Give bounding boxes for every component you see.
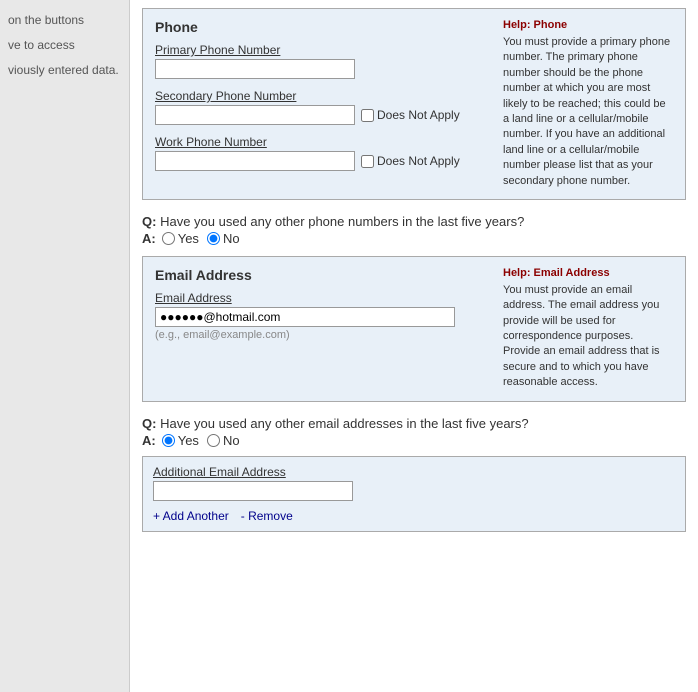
email-no-option[interactable]: No <box>207 433 240 448</box>
does-not-apply-1-label[interactable]: Does Not Apply <box>361 108 460 122</box>
email-a-prefix: A: <box>142 433 156 448</box>
phone-no-label: No <box>223 231 240 246</box>
phone-radio-group: Yes No <box>162 231 240 246</box>
primary-phone-row <box>155 59 493 79</box>
phone-yes-radio[interactable] <box>162 232 175 245</box>
does-not-apply-1-text: Does Not Apply <box>377 108 460 122</box>
phone-no-option[interactable]: No <box>207 231 240 246</box>
phone-q-text: Have you used any other phone numbers in… <box>160 214 524 229</box>
left-sidebar: on the buttons ve to access viously ente… <box>0 0 130 692</box>
sidebar-text-1: on the buttons <box>0 8 129 33</box>
phone-yes-option[interactable]: Yes <box>162 231 199 246</box>
addl-email-input[interactable] <box>153 481 353 501</box>
sidebar-text-3: viously entered data. <box>0 58 129 83</box>
email-question-row: Q: Have you used any other email address… <box>142 416 686 431</box>
phone-yes-label: Yes <box>178 231 199 246</box>
primary-phone-group: Primary Phone Number <box>155 43 493 79</box>
phone-question-row: Q: Have you used any other phone numbers… <box>142 214 686 229</box>
email-yes-label: Yes <box>178 433 199 448</box>
email-answer-row: A: Yes No <box>142 433 686 448</box>
email-placeholder-hint: (e.g., email@example.com) <box>155 329 493 341</box>
does-not-apply-2-checkbox[interactable] <box>361 155 374 168</box>
add-remove-row: + Add Another - Remove <box>153 509 675 523</box>
email-help-text: You must provide an email address. The e… <box>503 283 673 391</box>
email-radio-group: Yes No <box>162 433 240 448</box>
email-q-prefix: Q: <box>142 416 156 431</box>
email-no-label: No <box>223 433 240 448</box>
email-yes-radio[interactable] <box>162 434 175 447</box>
addl-email-label: Additional Email Address <box>153 465 675 479</box>
phone-content-help: Phone Primary Phone Number Secondary Pho… <box>155 19 673 189</box>
email-input[interactable] <box>155 307 455 327</box>
secondary-phone-group: Secondary Phone Number Does Not Apply <box>155 89 493 125</box>
email-help-area: Help: Email Address You must provide an … <box>493 267 673 391</box>
email-yes-option[interactable]: Yes <box>162 433 199 448</box>
work-phone-group: Work Phone Number Does Not Apply <box>155 135 493 171</box>
email-help-title: Help: Email Address <box>503 267 673 279</box>
page-wrapper: on the buttons ve to access viously ente… <box>0 0 698 692</box>
secondary-phone-input[interactable] <box>155 105 355 125</box>
email-q-text: Have you used any other email addresses … <box>160 416 529 431</box>
email-question-block: Q: Have you used any other email address… <box>142 416 686 532</box>
email-no-radio[interactable] <box>207 434 220 447</box>
remove-link[interactable]: - Remove <box>241 509 293 523</box>
phone-form-area: Phone Primary Phone Number Secondary Pho… <box>155 19 493 189</box>
phone-a-prefix: A: <box>142 231 156 246</box>
main-content: Phone Primary Phone Number Secondary Pho… <box>130 0 698 692</box>
phone-no-radio[interactable] <box>207 232 220 245</box>
primary-phone-label: Primary Phone Number <box>155 43 493 57</box>
primary-phone-input[interactable] <box>155 59 355 79</box>
sidebar-text-2: ve to access <box>0 33 129 58</box>
additional-email-box: Additional Email Address + Add Another -… <box>142 456 686 532</box>
work-phone-label: Work Phone Number <box>155 135 493 149</box>
add-another-link[interactable]: + Add Another <box>153 509 229 523</box>
email-section: Email Address Email Address (e.g., email… <box>142 256 686 402</box>
email-content-help: Email Address Email Address (e.g., email… <box>155 267 673 391</box>
secondary-phone-label: Secondary Phone Number <box>155 89 493 103</box>
work-phone-row: Does Not Apply <box>155 151 493 171</box>
does-not-apply-2-text: Does Not Apply <box>377 154 460 168</box>
phone-question-block: Q: Have you used any other phone numbers… <box>142 214 686 246</box>
email-form-area: Email Address Email Address (e.g., email… <box>155 267 493 391</box>
does-not-apply-2-label[interactable]: Does Not Apply <box>361 154 460 168</box>
phone-help-title: Help: Phone <box>503 19 673 31</box>
phone-answer-row: A: Yes No <box>142 231 686 246</box>
phone-section: Phone Primary Phone Number Secondary Pho… <box>142 8 686 200</box>
email-label: Email Address <box>155 291 493 305</box>
email-section-title: Email Address <box>155 267 493 283</box>
email-field-group: Email Address (e.g., email@example.com) <box>155 291 493 341</box>
phone-section-title: Phone <box>155 19 493 35</box>
does-not-apply-1-checkbox[interactable] <box>361 109 374 122</box>
phone-help-area: Help: Phone You must provide a primary p… <box>493 19 673 189</box>
work-phone-input[interactable] <box>155 151 355 171</box>
phone-help-text: You must provide a primary phone number.… <box>503 35 673 189</box>
phone-q-prefix: Q: <box>142 214 156 229</box>
secondary-phone-row: Does Not Apply <box>155 105 493 125</box>
